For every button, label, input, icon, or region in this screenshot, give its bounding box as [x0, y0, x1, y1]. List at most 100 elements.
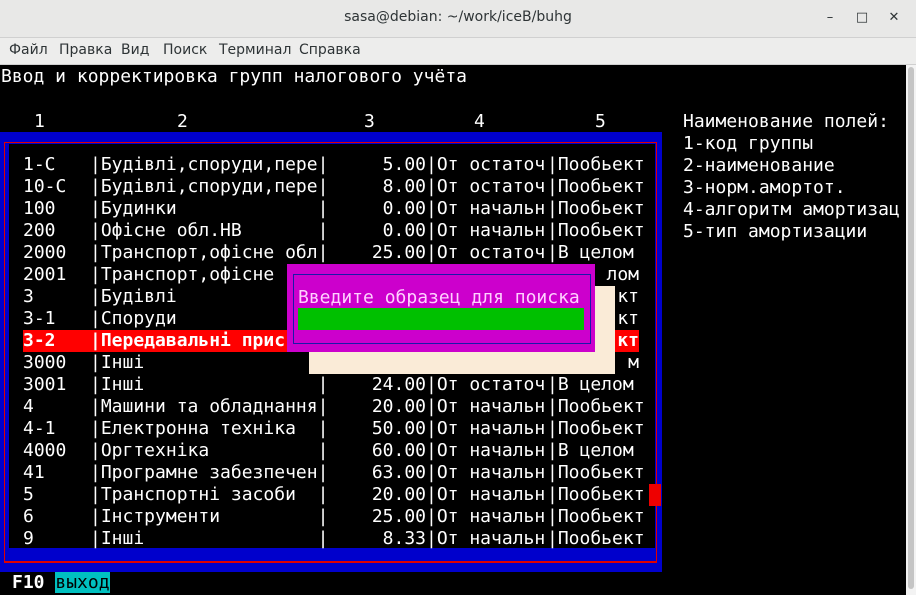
cell-name: |Передавальні прис — [90, 330, 286, 351]
cell-code: 4000 — [23, 440, 67, 461]
menu-terminal[interactable]: Терминал — [219, 42, 291, 58]
list-scroll-position[interactable] — [649, 484, 661, 506]
legend-item: 4-алгоритм амортизац — [683, 199, 900, 220]
legend-item: 3-норм.амортот. — [683, 177, 846, 198]
cell-norm: 25.00 — [371, 242, 426, 263]
cell-algorithm: |От начальн — [426, 440, 546, 461]
legend-item: 5-тип амортизации — [683, 221, 868, 242]
legend-title: Наименование полей: — [683, 111, 889, 132]
cell-algorithm: |От начальн — [426, 484, 546, 505]
cell-code: 200 — [23, 220, 56, 241]
cell-type: |Пообьект — [547, 154, 645, 175]
cell-norm: 0.00 — [382, 198, 426, 219]
cell-type: кт — [617, 308, 639, 329]
table-row[interactable]: 200 |Офісне обл.НВ | 0.00 |От начальн |Пообь… — [23, 220, 645, 242]
cell-algorithm: |От начальн — [426, 396, 546, 417]
cell-code: 5 — [23, 484, 34, 505]
table-row[interactable]: 4-1 |Електронна техніка | 50.00 |От начальн… — [23, 418, 645, 440]
menu-file[interactable]: Файл — [9, 42, 48, 58]
cell-code: 41 — [23, 462, 45, 483]
terminal-scrollbar[interactable] — [906, 65, 916, 595]
cell-norm: 8.00 — [382, 176, 426, 197]
cell-type: |Пообьект — [547, 396, 645, 417]
cell-algorithm: |От начальн — [426, 220, 546, 241]
menu-view[interactable]: Вид — [121, 42, 149, 58]
column-header-5: 5 — [595, 111, 606, 132]
cell-name: |Транспорт,офісне — [90, 264, 286, 285]
table-row[interactable]: 2000 |Транспорт,офісне обл| 25.00 |От остат… — [23, 242, 639, 264]
cell-type: |Пообьект — [547, 506, 645, 527]
cell-algorithm: |От начальн — [426, 506, 546, 527]
search-input[interactable] — [298, 308, 584, 330]
cell-name: |Транспорт,офісне обл| — [90, 242, 329, 263]
table-row[interactable]: 3001 |Інші | 24.00 |От остаточ |В целом — [23, 374, 639, 396]
search-prompt: Введите образец для поиска — [298, 287, 580, 308]
table-row[interactable]: 4000 |Оргтехніка | 60.00 |От начальн |В цело… — [23, 440, 639, 462]
cell-name: |Будівлі,споруди,пере| — [90, 154, 329, 175]
cell-type: м — [628, 352, 639, 373]
table-row[interactable]: 100 |Будинки | 0.00 |От начальн |Пообьект — [23, 198, 645, 220]
cell-name: |Будинки | — [90, 198, 329, 219]
table-row[interactable]: 9 |Інші | 8.33 |От начальн |Пообьект — [23, 528, 645, 550]
table-row[interactable]: 41 |Програмне забезпечен| 63.00 |От начальн… — [23, 462, 645, 484]
cell-name: |Інші | — [90, 528, 329, 549]
cell-algorithm: |От начальн — [426, 462, 546, 483]
cell-name: |Споруди — [90, 308, 177, 329]
cell-type: |Пообьект — [547, 528, 645, 549]
scrollbar-thumb[interactable] — [908, 67, 914, 589]
screen-title: Ввод и корректировка групп налогового уч… — [1, 66, 467, 87]
cell-norm: 63.00 — [371, 462, 426, 483]
window-title: sasa@debian: ~/work/iceB/buhg — [344, 9, 572, 25]
cell-code: 9 — [23, 528, 34, 549]
window-titlebar: sasa@debian: ~/work/iceB/buhg – □ ✕ — [0, 0, 916, 38]
cell-name: |Оргтехніка | — [90, 440, 329, 461]
column-header-2: 2 — [177, 111, 188, 132]
cell-name: |Інші | — [90, 374, 329, 395]
cell-algorithm: |От остаточ — [426, 242, 546, 263]
cell-type: |Пообьект — [547, 462, 645, 483]
cell-type: |Пообьект — [547, 198, 645, 219]
minimize-button[interactable]: – — [821, 9, 839, 27]
legend-item: 1-код группы — [683, 133, 814, 154]
cell-type: |Пообьект — [547, 418, 645, 439]
cell-code: 2001 — [23, 264, 67, 285]
cell-code: 3-1 — [23, 308, 56, 329]
exit-button[interactable]: выход — [55, 572, 110, 593]
table-row[interactable]: 5 |Транспортні засоби | 20.00 |От начальн |П… — [23, 484, 645, 506]
menu-edit[interactable]: Правка — [59, 42, 112, 58]
table-row[interactable]: 6 |Інструменти | 25.00 |От начальн |Пообьект — [23, 506, 645, 528]
cell-name: |Будівлі — [90, 286, 177, 307]
cell-code: 3 — [23, 286, 34, 307]
cell-code: 4-1 — [23, 418, 56, 439]
menu-search[interactable]: Поиск — [163, 42, 207, 58]
cell-norm: 20.00 — [371, 484, 426, 505]
cell-code: 3-2 — [23, 330, 56, 351]
table-row[interactable]: 1-C |Будівлі,споруди,пере| 5.00 |От остаточ… — [23, 154, 645, 176]
menubar: Файл Правка Вид Поиск Терминал Справка — [0, 38, 916, 65]
cell-norm: 20.00 — [371, 396, 426, 417]
menu-help[interactable]: Справка — [299, 42, 361, 58]
close-button[interactable]: ✕ — [885, 9, 903, 27]
cell-algorithm: |От начальн — [426, 528, 546, 549]
cell-name: |Електронна техніка | — [90, 418, 329, 439]
cell-norm: 0.00 — [382, 220, 426, 241]
cell-type: кт — [617, 286, 639, 307]
cell-type: |В целом — [547, 374, 634, 395]
cell-norm: 5.00 — [382, 154, 426, 175]
cell-algorithm: |От начальн — [426, 198, 546, 219]
cell-code: 6 — [23, 506, 34, 527]
cell-type: |В целом — [547, 440, 634, 461]
cell-code: 4 — [23, 396, 34, 417]
cell-name: |Офісне обл.НВ | — [90, 220, 329, 241]
cell-algorithm: |От остаточ — [426, 374, 546, 395]
f10-key[interactable]: F10 — [12, 572, 45, 593]
cell-type: лом — [606, 264, 639, 285]
column-header-1: 1 — [34, 111, 45, 132]
cell-name: |Інструменти | — [90, 506, 329, 527]
column-header-4: 4 — [474, 111, 485, 132]
cell-norm: 24.00 — [371, 374, 426, 395]
table-row[interactable]: 10-C |Будівлі,споруди,пере| 8.00 |От остато… — [23, 176, 645, 198]
cell-code: 2000 — [23, 242, 67, 263]
table-row[interactable]: 4 |Машини та обладнання| 20.00 |От начальн |… — [23, 396, 645, 418]
maximize-button[interactable]: □ — [853, 9, 871, 27]
